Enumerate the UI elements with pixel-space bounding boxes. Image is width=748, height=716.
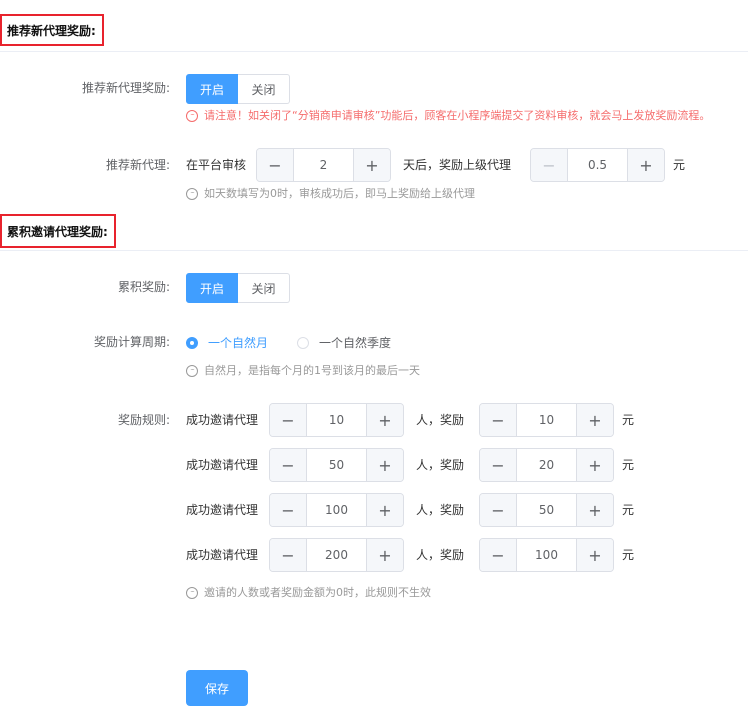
rule-count-stepper: − +	[269, 538, 404, 572]
recommend-agent-label: 推荐新代理:	[105, 158, 170, 172]
toggle-on-button[interactable]: 开启	[186, 273, 238, 303]
rule-middle-text: 人，奖励	[416, 548, 465, 562]
rule-prefix-text: 成功邀请代理	[186, 548, 259, 562]
unit-text: 元	[622, 548, 635, 562]
plus-icon[interactable]: +	[576, 539, 613, 571]
rule-prefix-text: 成功邀请代理	[186, 413, 259, 427]
info-icon: ···	[186, 365, 198, 377]
rule-reward-stepper: − +	[479, 538, 614, 572]
minus-icon[interactable]: −	[480, 539, 517, 571]
audit-middle-text: 天后，奖励上级代理	[403, 158, 512, 172]
minus-icon[interactable]: −	[270, 449, 307, 481]
divider	[0, 250, 748, 251]
days-note-text: 如天数填写为0时，审核成功后，即马上奖励给上级代理	[204, 187, 475, 200]
toggle-off-button[interactable]: 关闭	[238, 273, 290, 303]
rule-count-input[interactable]	[307, 494, 366, 526]
rule-reward-input[interactable]	[517, 404, 576, 436]
rules-label: 奖励规则:	[117, 413, 170, 427]
save-button[interactable]: 保存	[186, 670, 248, 706]
rule-prefix-text: 成功邀请代理	[186, 503, 259, 517]
radio-label: 一个自然季度	[319, 336, 392, 350]
rule-reward-stepper: − +	[479, 448, 614, 482]
minus-icon[interactable]: −	[531, 149, 568, 181]
rule-reward-stepper: − +	[479, 493, 614, 527]
recommend-reward-label: 推荐新代理奖励:	[81, 81, 170, 95]
plus-icon[interactable]: +	[366, 449, 403, 481]
audit-days-input[interactable]	[294, 149, 353, 181]
toggle-on-button[interactable]: 开启	[186, 74, 238, 104]
minus-icon[interactable]: −	[270, 404, 307, 436]
section-title-cumulative: 累积邀请代理奖励:	[0, 214, 116, 248]
cumulative-reward-label: 累积奖励:	[117, 280, 170, 294]
rule-reward-stepper: − +	[479, 403, 614, 437]
radio-label: 一个自然月	[208, 336, 269, 350]
unit-text: 元	[622, 503, 635, 517]
radio-dot	[186, 336, 198, 349]
plus-icon[interactable]: +	[353, 149, 390, 181]
recommend-reward-toggle: 开启 关闭	[186, 74, 290, 104]
rule-reward-input[interactable]	[517, 494, 576, 526]
rules-note: ··· 邀请的人数或者奖励金额为0时，此规则不生效	[186, 586, 431, 600]
unit-text: 元	[622, 458, 635, 472]
minus-icon[interactable]: −	[257, 149, 294, 181]
info-icon: ···	[186, 110, 198, 122]
plus-icon[interactable]: +	[576, 449, 613, 481]
reward-amount-input[interactable]	[568, 149, 627, 181]
unit-text: 元	[622, 413, 635, 427]
section-title-recommend: 推荐新代理奖励:	[0, 14, 104, 46]
unit-text: 元	[673, 158, 686, 172]
radio-natural-quarter[interactable]: 一个自然季度	[297, 334, 391, 351]
cumulative-reward-toggle: 开启 关闭	[186, 273, 290, 303]
rule-count-stepper: − +	[269, 403, 404, 437]
rule-reward-input[interactable]	[517, 449, 576, 481]
rule-count-input[interactable]	[307, 539, 366, 571]
rule-middle-text: 人，奖励	[416, 458, 465, 472]
plus-icon[interactable]: +	[366, 494, 403, 526]
audit-days-stepper: − +	[256, 148, 391, 182]
minus-icon[interactable]: −	[480, 494, 517, 526]
divider	[0, 51, 748, 52]
days-note: ··· 如天数填写为0时，审核成功后，即马上奖励给上级代理	[186, 187, 475, 201]
radio-natural-month[interactable]: 一个自然月	[186, 334, 268, 351]
plus-icon[interactable]: +	[576, 404, 613, 436]
rule-prefix-text: 成功邀请代理	[186, 458, 259, 472]
rule-middle-text: 人，奖励	[416, 413, 465, 427]
minus-icon[interactable]: −	[270, 494, 307, 526]
rule-count-input[interactable]	[307, 404, 366, 436]
rule-count-stepper: − +	[269, 448, 404, 482]
rule-count-stepper: − +	[269, 493, 404, 527]
period-label: 奖励计算周期:	[93, 335, 170, 349]
toggle-off-button[interactable]: 关闭	[238, 74, 290, 104]
plus-icon[interactable]: +	[366, 404, 403, 436]
period-note: ··· 自然月，是指每个月的1号到该月的最后一天	[186, 364, 420, 378]
warning-text: 请注意！如关闭了“分销商申请审核”功能后，顾客在小程序端提交了资料审核，就会马上…	[204, 109, 711, 122]
rules-note-text: 邀请的人数或者奖励金额为0时，此规则不生效	[204, 586, 431, 599]
plus-icon[interactable]: +	[576, 494, 613, 526]
info-icon: ···	[186, 188, 198, 200]
minus-icon[interactable]: −	[270, 539, 307, 571]
minus-icon[interactable]: −	[480, 404, 517, 436]
plus-icon[interactable]: +	[366, 539, 403, 571]
period-note-text: 自然月，是指每个月的1号到该月的最后一天	[204, 364, 420, 377]
audit-prefix-text: 在平台审核	[186, 158, 247, 172]
radio-dot	[297, 336, 309, 349]
reward-amount-stepper: − +	[530, 148, 665, 182]
minus-icon[interactable]: −	[480, 449, 517, 481]
plus-icon[interactable]: +	[627, 149, 664, 181]
rule-middle-text: 人，奖励	[416, 503, 465, 517]
warning-note: ··· 请注意！如关闭了“分销商申请审核”功能后，顾客在小程序端提交了资料审核，…	[186, 109, 710, 123]
info-icon: ···	[186, 587, 198, 599]
rule-count-input[interactable]	[307, 449, 366, 481]
rule-reward-input[interactable]	[517, 539, 576, 571]
